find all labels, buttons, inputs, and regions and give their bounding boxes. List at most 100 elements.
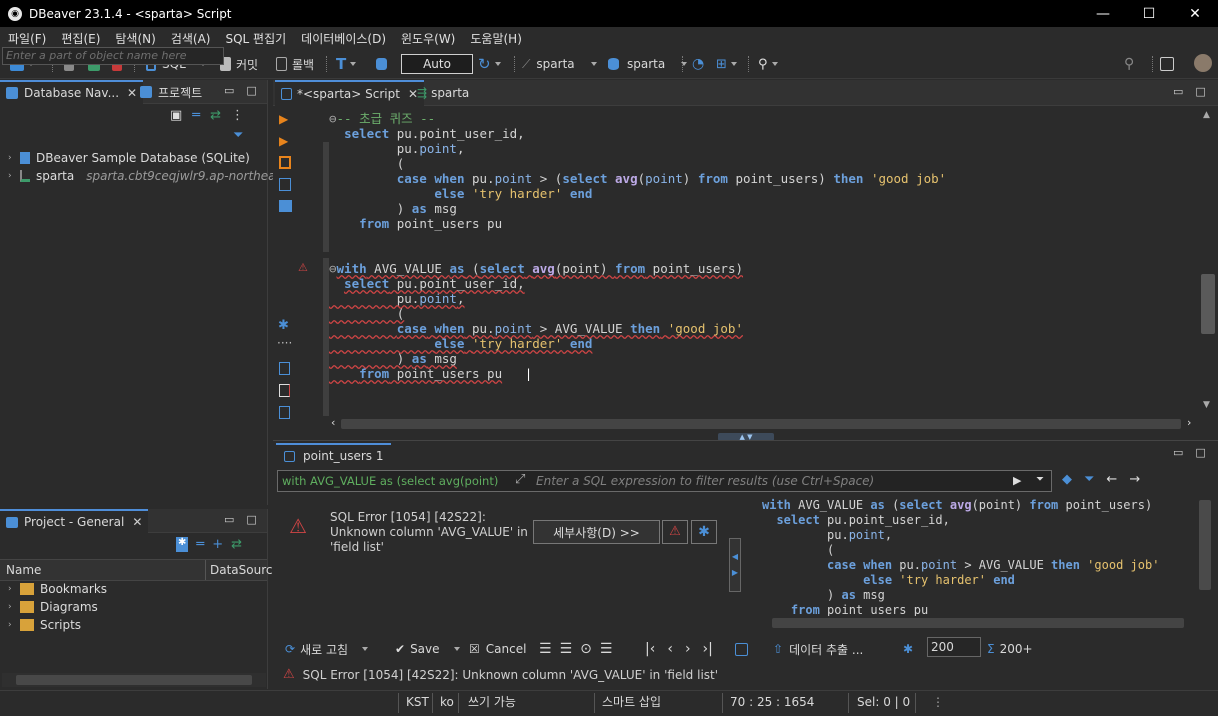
tab-sparta[interactable]: ⇶ sparta (411, 80, 475, 106)
eraser-icon[interactable]: ◆ (1062, 472, 1072, 487)
scroll-thumb[interactable] (1201, 274, 1215, 334)
transaction-mode-box[interactable]: Auto (401, 54, 473, 74)
sql-code-editor[interactable]: ⊖-- 초급 퀴즈 -- select pu.point_user_id, pu… (329, 108, 1199, 416)
maximize-editor-icon[interactable]: □ (1195, 85, 1205, 98)
minimize-panel-icon[interactable]: ▭ (224, 84, 234, 97)
prev-page-icon[interactable]: ‹ (667, 641, 673, 657)
export-icon[interactable] (279, 362, 290, 375)
menu-search[interactable]: 검색(A) (165, 30, 217, 47)
execute-new-tab-icon[interactable]: ▶ (279, 134, 288, 148)
tab-projects[interactable]: 프로젝트 (134, 80, 208, 104)
forward-arrow-icon[interactable]: → (1129, 472, 1140, 487)
console-icon[interactable] (279, 200, 292, 212)
close-window-button[interactable]: ✕ (1172, 0, 1218, 27)
explain-plan-icon[interactable] (279, 178, 291, 191)
menu-sql-editor[interactable]: SQL 편집기 (219, 30, 292, 47)
settings-gear-icon[interactable]: ✱ (278, 318, 289, 333)
maximize-panel-icon[interactable]: □ (246, 84, 256, 97)
user-avatar[interactable] (1194, 54, 1212, 72)
row-limit-input[interactable]: 200 (927, 637, 981, 657)
maximize-results-icon[interactable]: □ (1195, 446, 1205, 459)
tab-project-general[interactable]: Project - General ✕ (0, 509, 149, 533)
scroll-thumb[interactable] (772, 618, 1184, 628)
error-log-button[interactable]: ⚠ (662, 520, 688, 544)
column-name[interactable]: Name (6, 563, 41, 577)
filter-funnel-icon[interactable]: ⏷ (1084, 472, 1094, 487)
panel-toggle-handle[interactable]: ◀ ▶ (729, 538, 741, 592)
filter-sql-text[interactable]: with AVG_VALUE as (select avg(point) (282, 474, 510, 488)
project-hscrollbar[interactable] (2, 673, 266, 687)
last-page-icon[interactable]: ›| (703, 641, 713, 657)
apply-filter-icon[interactable]: ▶ (1013, 474, 1021, 487)
format-icon[interactable] (279, 406, 290, 419)
query-hscrollbar[interactable] (762, 616, 1192, 630)
edit-row-icon[interactable]: ☰ (539, 641, 552, 657)
row-count-button[interactable]: Σ 200+ (987, 640, 1033, 658)
minimize-button[interactable]: — (1080, 0, 1126, 27)
tab-point-users-1[interactable]: point_users 1 (276, 443, 392, 467)
filter-history-icon[interactable]: ⏷ (1036, 474, 1044, 485)
column-datasource[interactable]: DataSourc (210, 563, 272, 577)
datasource-selector[interactable]: ⟋ sparta (522, 55, 597, 73)
tab-sparta-script[interactable]: *<sparta> Script ✕ (275, 80, 425, 106)
filter-expression-input[interactable]: Enter a SQL expression to filter results… (536, 474, 874, 488)
search-tool-button[interactable]: ⚲ (758, 55, 778, 73)
minimize-editor-icon[interactable]: ▭ (1173, 85, 1183, 98)
minimize-panel-icon[interactable]: ▭ (224, 513, 234, 526)
perspective-button[interactable] (1160, 55, 1174, 73)
collapse-icon[interactable]: ═ (196, 537, 204, 552)
chevron-right-icon[interactable]: › (8, 602, 20, 612)
project-item-scripts[interactable]: › Scripts (8, 616, 81, 634)
tree-item-sample-db[interactable]: › DBeaver Sample Database (SQLite) (8, 149, 250, 167)
scroll-thumb[interactable] (341, 419, 1181, 429)
scroll-thumb[interactable] (1199, 500, 1211, 590)
collapse-all-icon[interactable]: ═ (192, 108, 200, 123)
project-item-bookmarks[interactable]: › Bookmarks (8, 580, 107, 598)
new-folder-icon[interactable]: ▣ (170, 108, 182, 123)
clear-icon[interactable] (279, 384, 290, 397)
configure-icon[interactable]: ✱ (176, 537, 189, 552)
editor-vscrollbar[interactable]: ▲ ▼ (1199, 108, 1218, 416)
schema-selector[interactable]: sparta (608, 55, 688, 73)
minimize-results-icon[interactable]: ▭ (1173, 446, 1183, 459)
menu-edit[interactable]: 편집(E) (55, 30, 106, 47)
more-icon[interactable]: ···· (277, 336, 292, 350)
lock-button[interactable] (376, 55, 387, 73)
next-page-icon[interactable]: › (685, 641, 691, 657)
refresh-button[interactable]: ⟳ 새로 고침 (285, 640, 369, 658)
deploy-button[interactable]: ⊞ (716, 55, 737, 73)
menu-file[interactable]: 파일(F) (2, 30, 52, 47)
execute-statement-icon[interactable]: ▶ (279, 112, 288, 126)
limit-settings-button[interactable]: ✱ (903, 640, 913, 658)
transaction-mode-button[interactable]: T (336, 55, 357, 73)
cancel-button[interactable]: ☒ Cancel (469, 640, 526, 658)
view-menu-icon[interactable]: ⋮ (231, 108, 244, 123)
close-icon[interactable]: ✕ (132, 515, 142, 529)
dashboard-button[interactable]: ◔ (692, 55, 704, 73)
history-button[interactable]: ↻ (478, 55, 501, 73)
details-button[interactable]: 세부사항(D) >> (533, 520, 660, 544)
fetch-all-button[interactable] (735, 640, 748, 658)
export-data-button[interactable]: ⇧ 데이터 추출 ... (773, 640, 863, 658)
add-row-icon[interactable]: ☰ (560, 641, 573, 657)
navigator-filter-input[interactable]: Enter a part of object name here (2, 47, 224, 65)
tab-database-navigator[interactable]: Database Nav... ✕ (0, 80, 144, 104)
rollback-button[interactable]: 롤백 (276, 55, 314, 73)
chevron-right-icon[interactable]: › (8, 584, 20, 594)
maximize-button[interactable]: ☐ (1126, 0, 1172, 27)
menu-navigate[interactable]: 탐색(N) (109, 30, 161, 47)
commit-button[interactable]: 커밋 (220, 55, 258, 73)
first-page-icon[interactable]: |‹ (645, 641, 655, 657)
menu-database[interactable]: 데이터베이스(D) (295, 30, 392, 47)
chevron-right-icon[interactable]: › (8, 620, 20, 630)
menu-help[interactable]: 도움말(H) (464, 30, 528, 47)
chevron-right-icon[interactable]: › (8, 171, 20, 181)
link-icon[interactable]: ⇄ (231, 537, 242, 552)
chevron-right-icon[interactable]: › (8, 153, 20, 163)
copy-row-icon[interactable]: ⊙ (580, 641, 592, 657)
query-vscrollbar[interactable] (1196, 498, 1216, 614)
project-item-diagrams[interactable]: › Diagrams (8, 598, 98, 616)
expand-icon[interactable]: ⤢ (515, 472, 525, 487)
status-more-icon[interactable]: ⋮ (926, 691, 944, 715)
scroll-thumb[interactable] (16, 675, 252, 685)
